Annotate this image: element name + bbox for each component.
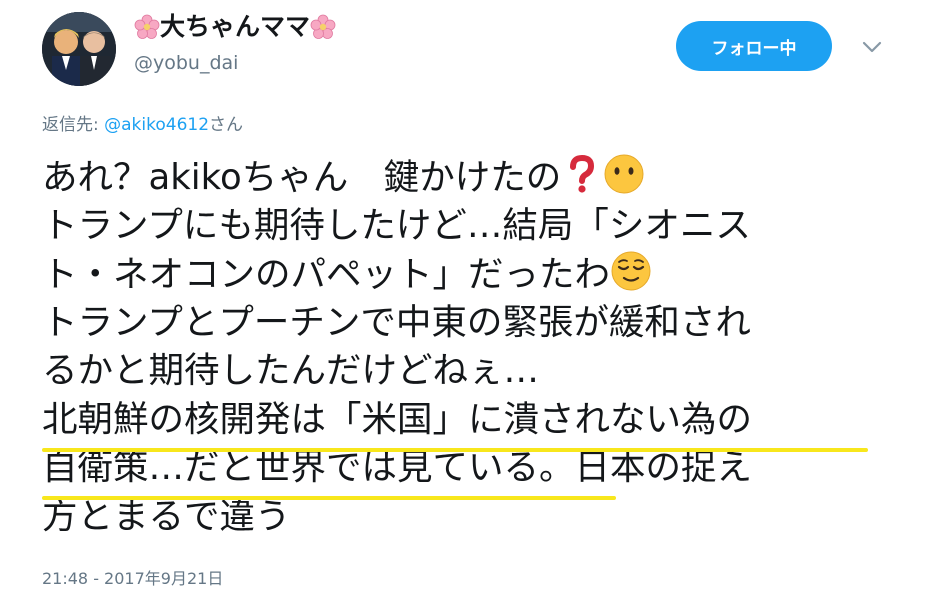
following-button-label: フォロー中 bbox=[711, 38, 797, 59]
reply-mention-link[interactable]: @akiko4612 bbox=[104, 115, 209, 135]
reply-context: 返信先: @akiko4612さん bbox=[42, 113, 243, 137]
display-name[interactable]: 大ちゃんママ bbox=[134, 10, 336, 44]
highlight-underline bbox=[42, 448, 868, 452]
avatar-image bbox=[42, 12, 116, 86]
relieved-face-icon bbox=[611, 251, 651, 291]
tweet-timestamp[interactable]: 21:48 - 2017年9月21日 bbox=[42, 568, 223, 590]
highlight-underline bbox=[42, 496, 616, 500]
display-name-text: 大ちゃんママ bbox=[160, 12, 311, 41]
chevron-down-icon[interactable] bbox=[858, 36, 886, 58]
reply-suffix: さん bbox=[209, 115, 244, 135]
face-without-mouth-icon bbox=[604, 154, 644, 194]
tweet-line: トランプとプーチンで中東の緊張が緩和され bbox=[42, 301, 751, 343]
reply-label: 返信先: bbox=[42, 115, 105, 135]
avatar[interactable] bbox=[42, 12, 116, 86]
tweet-text: あれ？akikoちゃん 鍵かけたの トランプにも期待したけど…結局「シオニス ト… bbox=[42, 153, 922, 541]
red-question-mark-icon bbox=[570, 154, 595, 193]
tweet-line: ト・ネオコンのパペット」だったわ bbox=[42, 250, 922, 299]
cherry-blossom-icon bbox=[134, 14, 160, 39]
tweet-line: あれ？akikoちゃん 鍵かけたの bbox=[42, 153, 922, 202]
tweet-line: るかと期待したんだけどねぇ… bbox=[42, 350, 540, 391]
cherry-blossom-icon bbox=[310, 14, 336, 39]
tweet-line: 北朝鮮の核開発は「米国」に潰されない為の bbox=[42, 398, 753, 440]
user-handle[interactable]: @yobu_dai bbox=[134, 50, 238, 76]
following-button[interactable]: フォロー中 bbox=[676, 21, 832, 71]
tweet-line: トランプにも期待したけど…結局「シオニス bbox=[42, 204, 751, 246]
